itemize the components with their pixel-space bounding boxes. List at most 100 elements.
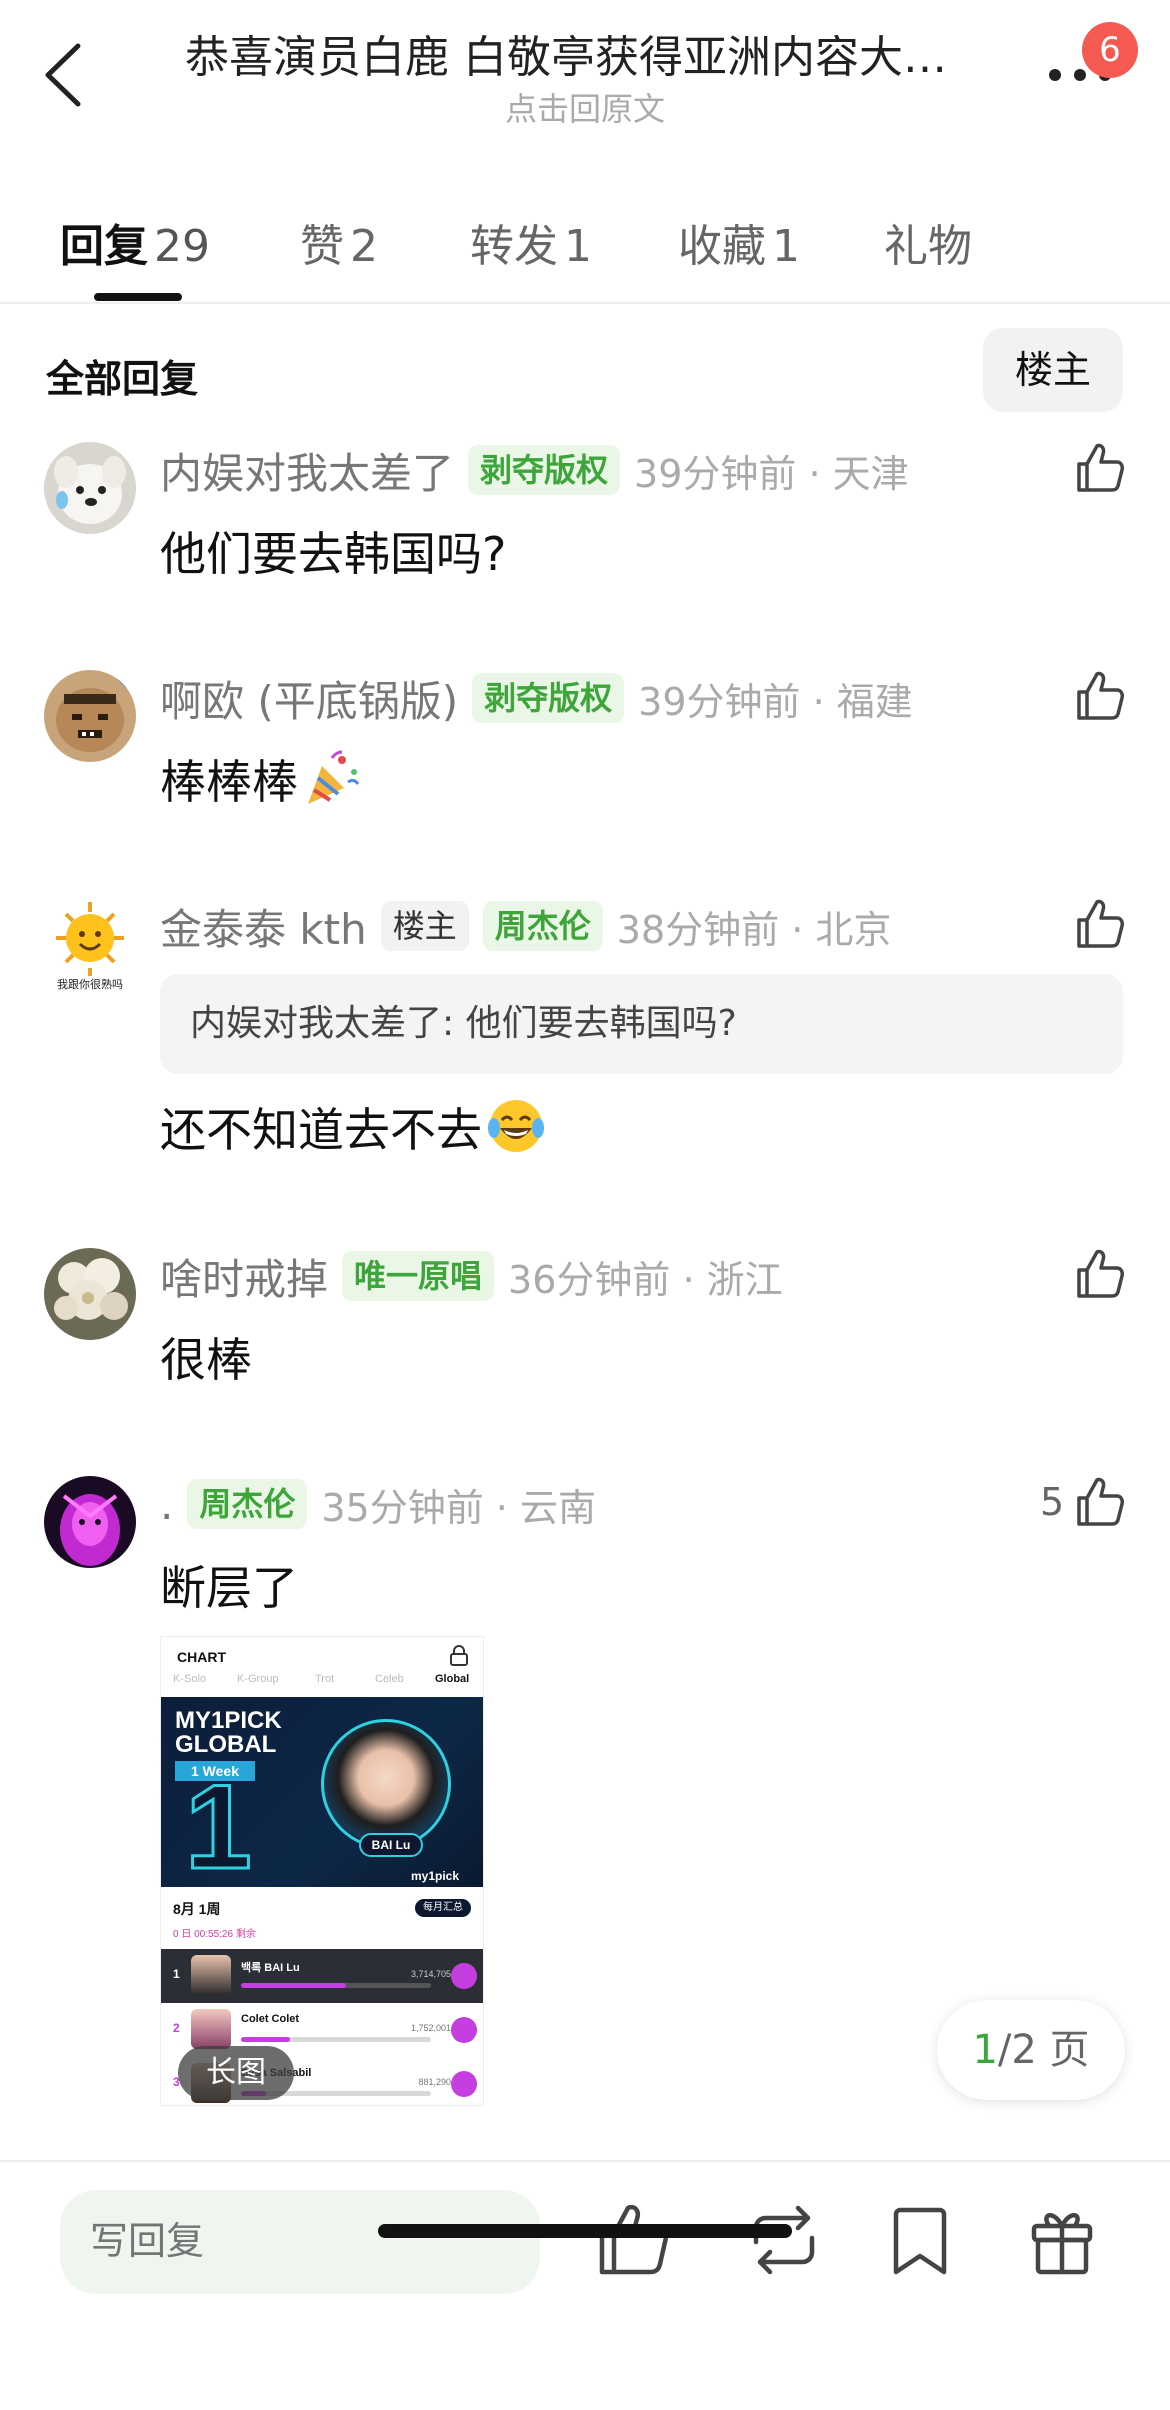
image-row-name: Colet Colet bbox=[241, 2013, 300, 2025]
comment-meta: . 周杰伦 35分钟前 · 云南 bbox=[160, 1472, 596, 1536]
attached-image[interactable]: CHART K-Solo K-Group Trot Celeb Global M… bbox=[160, 1636, 484, 2106]
notification-badge: 6 bbox=[1082, 22, 1138, 78]
image-chart-title: CHART bbox=[177, 1649, 226, 1665]
image-tab: K-Group bbox=[237, 1673, 279, 1685]
image-row-votes: 881,290 bbox=[418, 2077, 451, 2087]
avatar[interactable]: 我跟你很熟吗 bbox=[44, 898, 136, 990]
current-page: 1 bbox=[972, 2027, 998, 2073]
gift-icon[interactable] bbox=[1024, 2202, 1100, 2278]
owner-only-button[interactable]: 楼主 bbox=[983, 328, 1123, 412]
party-popper-icon bbox=[308, 750, 360, 804]
page-indicator[interactable]: 1/2 页 bbox=[937, 2000, 1125, 2100]
like-icon[interactable] bbox=[1073, 670, 1125, 722]
image-row-rank: 1 bbox=[173, 1967, 180, 1981]
comment-item: 我跟你很熟吗 金泰泰 kth 楼主 周杰伦 38分钟前 · 北京 内娱对我太差了… bbox=[0, 894, 1170, 1184]
image-week-label: 1 Week bbox=[175, 1761, 255, 1781]
comment-meta: 啊欧 (平底锅版) 剥夺版权 39分钟前 · 福建 bbox=[160, 666, 913, 730]
quoted-reply[interactable]: 内娱对我太差了: 他们要去韩国吗? bbox=[160, 974, 1123, 1074]
time-location: 38分钟前 · 北京 bbox=[616, 907, 892, 952]
avatar[interactable] bbox=[44, 670, 136, 762]
tab-gifts[interactable]: 礼物 bbox=[884, 210, 972, 274]
comment-meta: 啥时戒掉 唯一原唱 36分钟前 · 浙江 bbox=[160, 1244, 783, 1308]
image-row-photo bbox=[191, 2009, 231, 2049]
home-indicator bbox=[378, 2224, 792, 2238]
tab-label: 礼物 bbox=[884, 221, 972, 272]
image-tab: Celeb bbox=[375, 1673, 404, 1685]
image-row-rank: 2 bbox=[173, 2021, 180, 2035]
fan-badge[interactable]: 周杰伦 bbox=[187, 1479, 308, 1529]
total-pages: /2 页 bbox=[997, 2027, 1090, 2073]
tab-label: 转发 bbox=[470, 221, 558, 272]
owner-badge: 楼主 bbox=[380, 901, 469, 951]
tab-count: 1 bbox=[564, 221, 592, 272]
username[interactable]: . bbox=[160, 1480, 173, 1529]
image-row-bar-fill bbox=[241, 2037, 291, 2042]
tab-favorites[interactable]: 收藏 1 bbox=[678, 210, 800, 274]
comment-meta: 内娱对我太差了 剥夺版权 39分钟前 · 天津 bbox=[160, 438, 909, 502]
tab-bar: 回复 29 赞2 转发 1 收藏 1 礼物 bbox=[0, 200, 1170, 304]
tab-label: 赞 bbox=[300, 221, 344, 272]
fan-badge[interactable]: 剥夺版权 bbox=[472, 673, 625, 723]
gift-box-icon bbox=[450, 1645, 468, 1666]
tab-count: 29 bbox=[154, 221, 210, 272]
like-icon[interactable] bbox=[1073, 1476, 1125, 1528]
comment-meta: 金泰泰 kth 楼主 周杰伦 38分钟前 · 北京 bbox=[160, 894, 891, 958]
image-vote-button: 每月汇总 bbox=[415, 1899, 471, 1917]
comment-text-content: 棒棒棒 bbox=[160, 755, 298, 809]
like-icon[interactable] bbox=[1073, 898, 1125, 950]
image-row-bar-fill bbox=[241, 1983, 346, 1988]
long-image-tag: 长图 bbox=[178, 2046, 294, 2100]
repost-icon[interactable] bbox=[746, 2202, 822, 2278]
back-to-original-link[interactable]: 点击回原文 bbox=[0, 84, 1170, 130]
image-row-name: 백록 BAI Lu bbox=[241, 1962, 300, 1974]
avatar[interactable] bbox=[44, 1248, 136, 1340]
comment-text-content: 还不知道去不去 bbox=[160, 1103, 482, 1157]
fan-badge[interactable]: 剥夺版权 bbox=[468, 445, 621, 495]
heart-icon bbox=[451, 2071, 477, 2097]
image-row-votes: 1,752,001 bbox=[410, 2023, 451, 2033]
username[interactable]: 金泰泰 kth bbox=[160, 896, 367, 957]
like-icon[interactable] bbox=[1073, 1248, 1125, 1300]
comment-item: 啥时戒掉 唯一原唱 36分钟前 · 浙江 很棒 bbox=[0, 1244, 1170, 1414]
tab-reposts[interactable]: 转发 1 bbox=[470, 210, 592, 274]
image-tab: Trot bbox=[315, 1673, 335, 1685]
image-row-bar bbox=[241, 1983, 431, 1988]
comment-item: 啊欧 (平底锅版) 剥夺版权 39分钟前 · 福建 棒棒棒 bbox=[0, 666, 1170, 836]
image-row-photo bbox=[191, 1955, 231, 1995]
bottom-action-bar bbox=[0, 2160, 1170, 2410]
avatar[interactable] bbox=[44, 1476, 136, 1568]
image-rank-row: 1 백록 BAI Lu 3,714,705 bbox=[161, 1949, 483, 2003]
avatar[interactable] bbox=[44, 442, 136, 534]
username[interactable]: 啊欧 (平底锅版) bbox=[160, 668, 458, 729]
tab-replies[interactable]: 回复 29 bbox=[60, 210, 210, 274]
bookmark-icon[interactable] bbox=[882, 2202, 958, 2278]
tab-count: 1 bbox=[772, 221, 800, 272]
tears-of-joy-icon bbox=[488, 1100, 544, 1152]
image-logo: my1pick bbox=[411, 1869, 460, 1883]
like-icon[interactable] bbox=[1073, 442, 1125, 494]
username[interactable]: 内娱对我太差了 bbox=[160, 440, 454, 501]
fan-badge[interactable]: 唯一原唱 bbox=[342, 1251, 495, 1301]
tab-count: 2 bbox=[350, 221, 378, 272]
tab-likes[interactable]: 赞2 bbox=[300, 210, 378, 274]
tab-label: 收藏 bbox=[678, 221, 766, 272]
image-tab: K-Solo bbox=[173, 1673, 207, 1685]
post-title[interactable]: 恭喜演员白鹿 白敬亭获得亚洲内容大… bbox=[185, 30, 985, 86]
reply-input[interactable] bbox=[60, 2190, 540, 2294]
active-tab-indicator bbox=[94, 293, 182, 301]
image-row-bar bbox=[241, 2037, 431, 2042]
comment-text: 他们要去韩国吗? bbox=[160, 527, 507, 581]
fan-badge[interactable]: 周杰伦 bbox=[482, 901, 603, 951]
like-icon[interactable] bbox=[594, 2202, 670, 2278]
image-tab: Global bbox=[435, 1673, 470, 1685]
username[interactable]: 啥时戒掉 bbox=[160, 1246, 328, 1307]
comment-text: 还不知道去不去 bbox=[160, 1094, 546, 1160]
image-row-votes: 3,714,705 bbox=[410, 1969, 451, 1979]
top-bar: 恭喜演员白鹿 白敬亭获得亚洲内容大… 点击回原文 6 bbox=[0, 0, 1170, 150]
image-header: CHART K-Solo K-Group Trot Celeb Global bbox=[161, 1637, 483, 1697]
image-portrait bbox=[321, 1719, 451, 1849]
all-replies-label: 全部回复 bbox=[46, 357, 199, 401]
heart-icon bbox=[451, 2017, 477, 2043]
heart-icon bbox=[451, 1963, 477, 1989]
comment-item: 内娱对我太差了 剥夺版权 39分钟前 · 天津 他们要去韩国吗? bbox=[0, 438, 1170, 608]
